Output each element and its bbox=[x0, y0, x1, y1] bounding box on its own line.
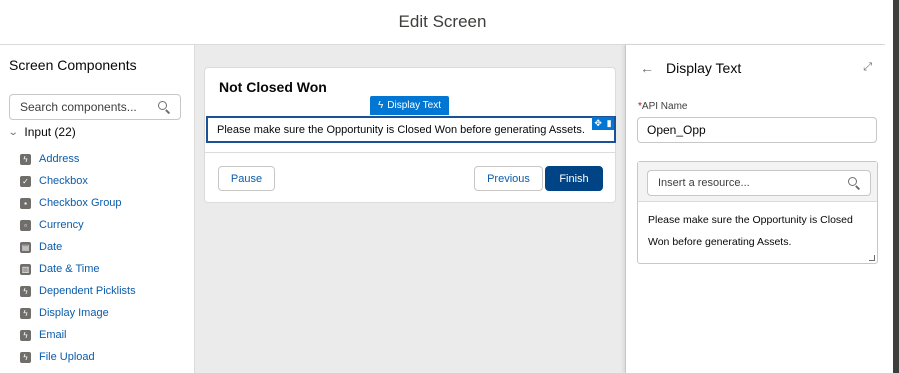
component-label: Address bbox=[39, 153, 80, 165]
screen-card: Not Closed Won ϟ Display Text Please mak… bbox=[204, 67, 616, 203]
component-label: Date bbox=[39, 241, 63, 253]
bolt-icon: ϟ bbox=[20, 285, 31, 297]
bolt-icon: ϟ bbox=[378, 100, 384, 111]
component-item-checkbox[interactable]: ✓ Checkbox bbox=[20, 170, 136, 192]
component-item-address[interactable]: ϟ Address bbox=[20, 148, 136, 170]
window-header: Edit Screen bbox=[0, 0, 885, 45]
resource-placeholder: Insert a resource... bbox=[658, 177, 750, 189]
delete-icon[interactable]: ▮ bbox=[607, 118, 612, 129]
expand-icon[interactable]: ⤢ bbox=[863, 61, 872, 74]
component-item-display-image[interactable]: ϟ Display Image bbox=[20, 302, 136, 324]
date-icon: ▤ bbox=[20, 241, 31, 253]
editor-toolbar: Insert a resource... bbox=[638, 162, 877, 202]
window-title: Edit Screen bbox=[398, 12, 487, 31]
component-item-checkbox-group[interactable]: ▪ Checkbox Group bbox=[20, 192, 136, 214]
component-item-file-upload[interactable]: ϟ File Upload bbox=[20, 346, 136, 368]
bolt-icon: ϟ bbox=[20, 307, 31, 319]
component-label: Email bbox=[39, 329, 67, 341]
pause-button[interactable]: Pause bbox=[218, 166, 275, 191]
component-label: File Upload bbox=[39, 351, 95, 363]
insert-resource-input[interactable]: Insert a resource... bbox=[647, 170, 871, 196]
currency-icon: ▫ bbox=[20, 219, 31, 231]
edit-screen-window: Edit Screen Screen Components Search com… bbox=[0, 0, 899, 373]
component-label: Display Image bbox=[39, 307, 109, 319]
tag-label: Display Text bbox=[387, 100, 442, 111]
panel-title: Screen Components bbox=[9, 57, 137, 73]
chevron-down-icon: ⌄ bbox=[7, 126, 19, 138]
component-item-date-time[interactable]: ▥ Date & Time bbox=[20, 258, 136, 280]
component-actions: ✥ ▮ bbox=[592, 117, 614, 130]
display-text-content: Please make sure the Opportunity is Clos… bbox=[217, 123, 585, 136]
screen-canvas: Not Closed Won ϟ Display Text Please mak… bbox=[195, 45, 625, 373]
scrollbar-thumb[interactable] bbox=[893, 0, 899, 373]
group-label: Input (22) bbox=[24, 125, 76, 139]
component-label: Currency bbox=[39, 219, 84, 231]
api-name-label: *API Name bbox=[638, 101, 688, 112]
component-label: Dependent Picklists bbox=[39, 285, 136, 297]
back-arrow-icon[interactable]: ← bbox=[640, 60, 654, 76]
checkbox-icon: ✓ bbox=[20, 175, 31, 187]
component-item-date[interactable]: ▤ Date bbox=[20, 236, 136, 258]
screen-components-panel: Screen Components Search components... ⌄… bbox=[0, 45, 195, 373]
previous-button[interactable]: Previous bbox=[474, 166, 543, 191]
display-text-tag: ϟ Display Text bbox=[370, 96, 450, 115]
properties-header: ← Display Text bbox=[640, 60, 741, 76]
component-item-dependent-picklists[interactable]: ϟ Dependent Picklists bbox=[20, 280, 136, 302]
display-text-component[interactable]: Please make sure the Opportunity is Clos… bbox=[206, 116, 616, 143]
component-item-email[interactable]: ϟ Email bbox=[20, 324, 136, 346]
api-name-input[interactable]: Open_Opp bbox=[637, 117, 877, 143]
bolt-icon: ϟ bbox=[20, 329, 31, 341]
footer-divider bbox=[205, 152, 615, 153]
bolt-icon: ϟ bbox=[20, 153, 31, 165]
search-icon[interactable] bbox=[848, 177, 860, 189]
checkbox-group-icon: ▪ bbox=[20, 197, 31, 209]
screen-title: Not Closed Won bbox=[219, 79, 327, 95]
input-group-toggle[interactable]: ⌄ Input (22) bbox=[7, 125, 76, 139]
datetime-icon: ▥ bbox=[20, 263, 31, 275]
search-components-input[interactable]: Search components... bbox=[9, 94, 181, 120]
resize-handle[interactable] bbox=[869, 255, 875, 261]
component-label: Date & Time bbox=[39, 263, 100, 275]
move-icon[interactable]: ✥ bbox=[594, 118, 602, 129]
component-list: ϟ Address ✓ Checkbox ▪ Checkbox Group ▫ … bbox=[20, 148, 136, 368]
api-name-value: Open_Opp bbox=[647, 123, 706, 137]
search-icon[interactable] bbox=[158, 101, 170, 113]
bolt-icon: ϟ bbox=[20, 351, 31, 363]
properties-panel: ← Display Text ⤢ *API Name Open_Opp Inse… bbox=[625, 45, 885, 373]
search-placeholder: Search components... bbox=[20, 100, 137, 114]
scrollbar[interactable] bbox=[885, 0, 899, 373]
finish-button[interactable]: Finish bbox=[545, 166, 603, 191]
editor-text[interactable]: Please make sure the Opportunity is Clos… bbox=[648, 209, 870, 253]
component-label: Checkbox Group bbox=[39, 197, 122, 209]
rich-text-editor[interactable]: Insert a resource... Please make sure th… bbox=[637, 161, 878, 264]
component-item-currency[interactable]: ▫ Currency bbox=[20, 214, 136, 236]
properties-title: Display Text bbox=[666, 60, 742, 76]
component-label: Checkbox bbox=[39, 175, 88, 187]
